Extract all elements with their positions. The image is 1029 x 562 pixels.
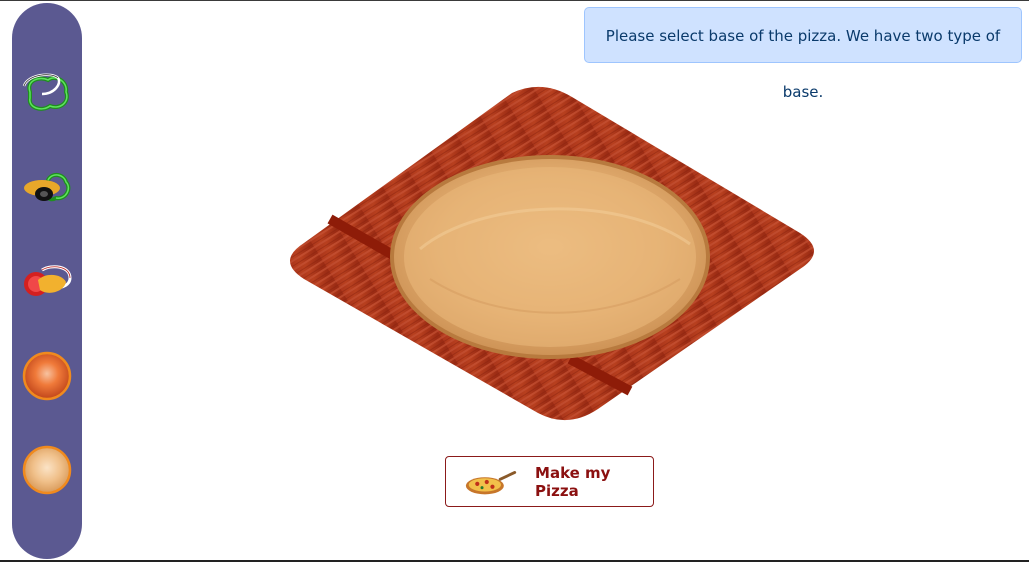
capsicum-onion-icon xyxy=(22,73,69,111)
make-pizza-button[interactable]: Make my Pizza xyxy=(445,456,654,507)
toppings-sidebar xyxy=(12,3,82,559)
cheese-base-icon xyxy=(22,445,72,495)
tomato-cheese-icon xyxy=(24,265,72,296)
tomato-cheese-topping-button[interactable] xyxy=(22,257,72,307)
pizza-icon xyxy=(465,470,517,494)
cheese-base-button[interactable] xyxy=(22,445,72,495)
tomato-base-icon xyxy=(22,351,72,401)
olive-capsicum-icon xyxy=(24,173,71,202)
instruction-alert: Please select base of the pizza. We have… xyxy=(584,7,1022,101)
tomato-base-button[interactable] xyxy=(22,351,72,401)
pizza-board xyxy=(290,86,814,421)
olive-capsicum-topping-button[interactable] xyxy=(22,163,72,213)
make-pizza-label: Make my Pizza xyxy=(535,463,611,500)
capsicum-onion-topping-button[interactable] xyxy=(22,69,72,119)
